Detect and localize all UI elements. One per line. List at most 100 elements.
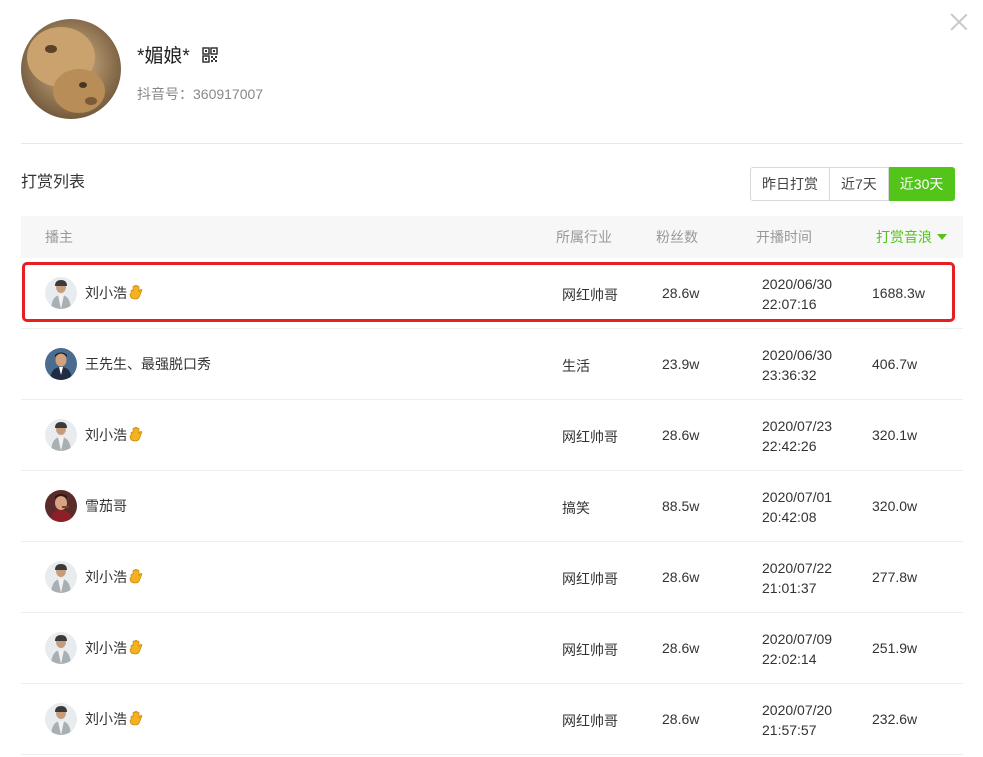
anchor-avatar[interactable] [45, 703, 77, 735]
anchor-name-text: 刘小浩 [85, 569, 127, 585]
tab-30-days[interactable]: 近30天 [888, 167, 956, 201]
anchor-name-text: 雪茄哥 [85, 498, 127, 514]
reward-cell: 320.1w [872, 427, 918, 443]
header-time: 开播时间 [756, 229, 812, 245]
table-body: 刘小浩 网红帅哥 28.6w 2020/06/30 22:07:16 1688.3w 王先生… [21, 258, 963, 755]
hand-emoji-icon [129, 639, 143, 656]
table-row[interactable]: 刘小浩 网红帅哥 28.6w 2020/06/30 22:07:16 1688.3w [21, 258, 963, 329]
anchor-name-text: 刘小浩 [85, 285, 127, 301]
reward-cell: 1688.3w [872, 285, 925, 301]
table-row[interactable]: 刘小浩 网红帅哥 28.6w 2020/07/09 22:02:14 251.9w [21, 613, 963, 684]
industry-cell: 搞笑 [562, 500, 590, 516]
live-time: 22:02:14 [762, 651, 817, 667]
anchor-avatar[interactable] [45, 348, 77, 380]
header-anchor: 播主 [45, 229, 73, 245]
hand-emoji-icon [129, 284, 143, 301]
header-fans: 粉丝数 [656, 229, 698, 245]
reward-cell: 277.8w [872, 569, 918, 585]
table-header: 播主 所属行业 粉丝数 开播时间 打赏音浪 [21, 216, 963, 258]
fans-cell: 28.6w [662, 569, 700, 585]
anchor-cell: 刘小浩 [45, 277, 143, 309]
live-date: 2020/06/30 [762, 276, 833, 292]
fans-cell: 23.9w [662, 356, 700, 372]
reward-cell: 251.9w [872, 640, 918, 656]
time-cell: 2020/06/30 22:07:16 [762, 274, 832, 314]
anchor-name[interactable]: 刘小浩 [85, 283, 143, 303]
anchor-cell: 刘小浩 [45, 419, 143, 451]
anchor-name[interactable]: 刘小浩 [85, 709, 143, 729]
fans-cell: 88.5w [662, 498, 700, 514]
live-time: 21:01:37 [762, 580, 817, 596]
live-date: 2020/07/22 [762, 560, 833, 576]
fans-cell: 28.6w [662, 640, 700, 656]
profile-name: *媚娘* [137, 46, 190, 67]
header-reward-sort[interactable]: 打赏音浪 [876, 216, 947, 258]
live-time: 21:57:57 [762, 722, 817, 738]
live-date: 2020/06/30 [762, 347, 833, 363]
profile-header: *媚娘* 抖音号：360917007 [21, 19, 263, 119]
time-cell: 2020/06/30 23:36:32 [762, 345, 832, 385]
header-reward: 打赏音浪 [876, 229, 932, 245]
fans-cell: 28.6w [662, 427, 700, 443]
industry-cell: 网红帅哥 [562, 429, 618, 445]
table-row[interactable]: 刘小浩 网红帅哥 28.6w 2020/07/23 22:42:26 320.1w [21, 400, 963, 471]
live-time: 22:42:26 [762, 438, 817, 454]
section-title: 打赏列表 [21, 174, 86, 191]
live-date: 2020/07/09 [762, 631, 833, 647]
anchor-name-text: 刘小浩 [85, 711, 127, 727]
table-row[interactable]: 王先生、最强脱口秀 生活 23.9w 2020/06/30 23:36:32 406.7w [21, 329, 963, 400]
anchor-name-text: 刘小浩 [85, 640, 127, 656]
anchor-avatar[interactable] [45, 490, 77, 522]
time-cell: 2020/07/20 21:57:57 [762, 700, 832, 740]
time-cell: 2020/07/23 22:42:26 [762, 416, 832, 456]
profile-avatar [21, 19, 121, 119]
industry-cell: 网红帅哥 [562, 287, 618, 303]
header-industry: 所属行业 [556, 229, 612, 245]
period-tabs: 昨日打赏 近7天 近30天 [750, 167, 956, 201]
industry-cell: 网红帅哥 [562, 713, 618, 729]
fans-cell: 28.6w [662, 285, 700, 301]
table-row[interactable]: 刘小浩 网红帅哥 28.6w 2020/07/20 21:57:57 232.6w [21, 684, 963, 755]
qr-code-icon[interactable] [202, 46, 218, 63]
reward-cell: 320.0w [872, 498, 918, 514]
reward-table: 播主 所属行业 粉丝数 开播时间 打赏音浪 刘小浩 网红帅哥 28.6w 2020/0… [21, 216, 963, 755]
hand-emoji-icon [129, 426, 143, 443]
industry-cell: 网红帅哥 [562, 571, 618, 587]
close-icon[interactable] [949, 12, 969, 32]
anchor-name[interactable]: 刘小浩 [85, 567, 143, 587]
table-row[interactable]: 刘小浩 网红帅哥 28.6w 2020/07/22 21:01:37 277.8w [21, 542, 963, 613]
tab-yesterday[interactable]: 昨日打赏 [750, 167, 830, 201]
time-cell: 2020/07/22 21:01:37 [762, 558, 832, 598]
anchor-name-text: 王先生、最强脱口秀 [85, 356, 211, 372]
anchor-avatar[interactable] [45, 561, 77, 593]
anchor-cell: 刘小浩 [45, 703, 143, 735]
live-date: 2020/07/01 [762, 489, 833, 505]
live-date: 2020/07/23 [762, 418, 833, 434]
industry-cell: 生活 [562, 358, 590, 374]
reward-cell: 406.7w [872, 356, 918, 372]
table-row[interactable]: 雪茄哥 搞笑 88.5w 2020/07/01 20:42:08 320.0w [21, 471, 963, 542]
anchor-cell: 刘小浩 [45, 561, 143, 593]
anchor-name[interactable]: 王先生、最强脱口秀 [85, 354, 211, 374]
anchor-cell: 王先生、最强脱口秀 [45, 348, 211, 380]
hand-emoji-icon [129, 568, 143, 585]
anchor-avatar[interactable] [45, 632, 77, 664]
anchor-name[interactable]: 刘小浩 [85, 638, 143, 658]
live-time: 22:07:16 [762, 296, 817, 312]
live-date: 2020/07/20 [762, 702, 833, 718]
tab-7-days[interactable]: 近7天 [830, 167, 889, 201]
anchor-avatar[interactable] [45, 277, 77, 309]
anchor-cell: 刘小浩 [45, 632, 143, 664]
anchor-name[interactable]: 刘小浩 [85, 425, 143, 445]
anchor-cell: 雪茄哥 [45, 490, 127, 522]
anchor-name-text: 刘小浩 [85, 427, 127, 443]
divider [21, 143, 963, 144]
industry-cell: 网红帅哥 [562, 642, 618, 658]
anchor-avatar[interactable] [45, 419, 77, 451]
live-time: 23:36:32 [762, 367, 817, 383]
sort-desc-icon [937, 234, 947, 240]
time-cell: 2020/07/01 20:42:08 [762, 487, 832, 527]
reward-cell: 232.6w [872, 711, 918, 727]
anchor-name[interactable]: 雪茄哥 [85, 496, 127, 516]
profile-douyin-id: 抖音号：360917007 [137, 86, 264, 102]
